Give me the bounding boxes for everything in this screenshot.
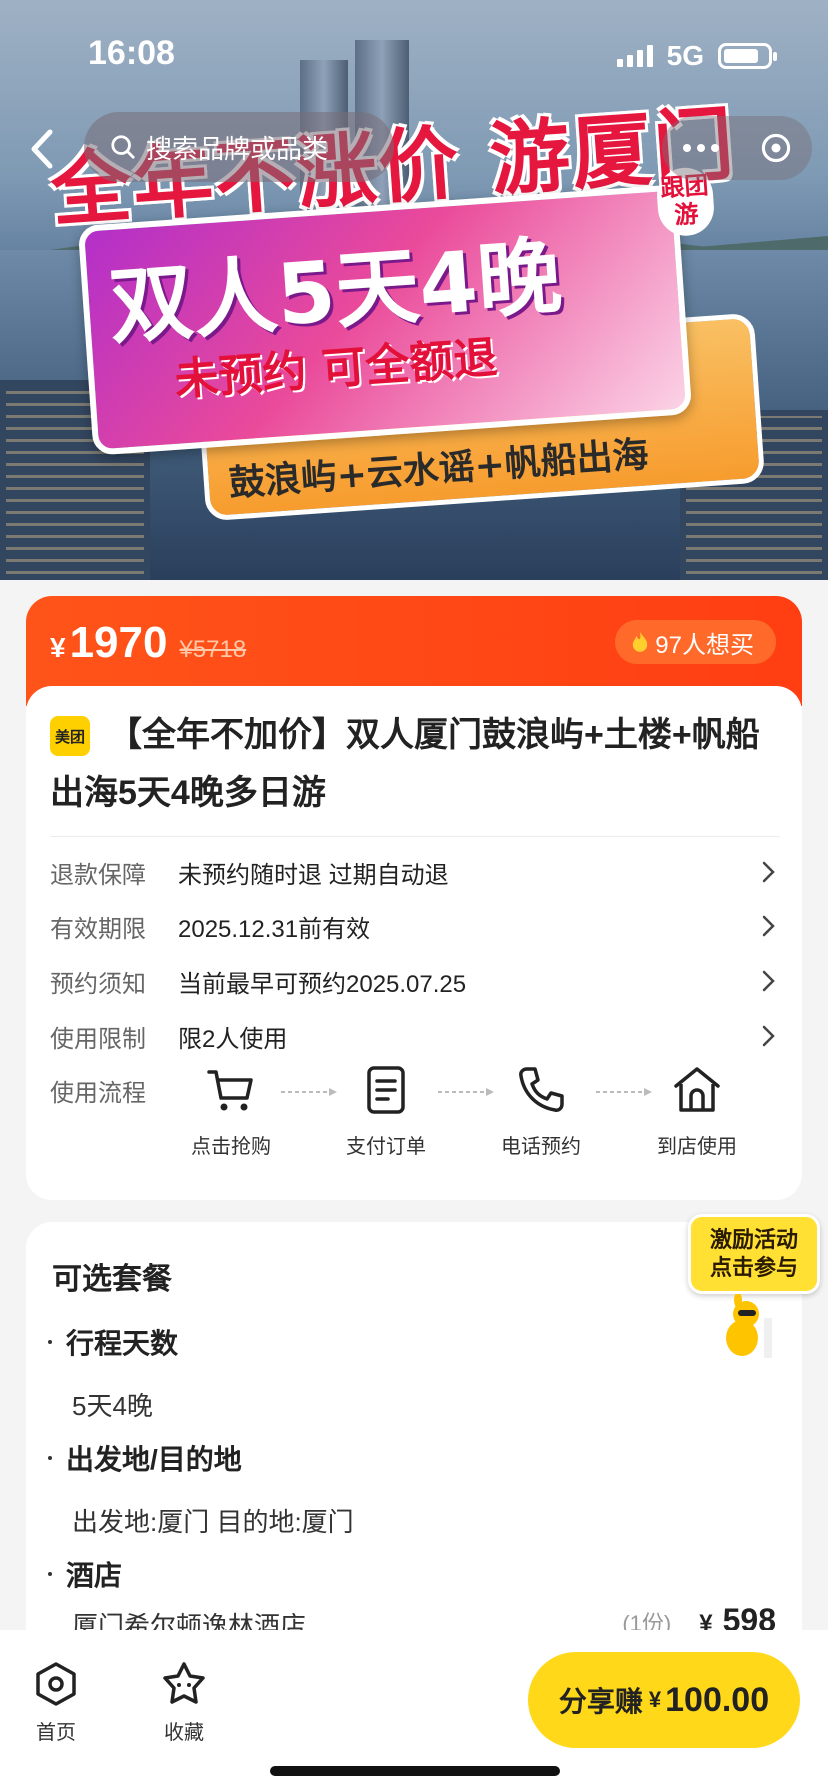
- chevron-right-icon: [762, 1025, 775, 1047]
- flow-step: 点击抢购: [176, 1064, 286, 1159]
- chevron-right-icon: [762, 861, 775, 883]
- section-value[interactable]: 出发地:厦门 目的地:厦门: [72, 1502, 354, 1539]
- price-row: ¥ 1970 ¥5718: [50, 618, 246, 668]
- info-row-booking[interactable]: 预约须知 当前最早可预约2025.07.25: [50, 961, 780, 1001]
- share-amount: 100.00: [665, 1680, 770, 1719]
- info-key: 使用限制: [50, 1025, 146, 1053]
- section-heading-text: 行程天数: [66, 1328, 179, 1359]
- info-value: 未预约随时退 过期自动退: [178, 861, 449, 889]
- share-label: 分享赚: [558, 1686, 643, 1717]
- share-earn-button[interactable]: 分享赚 ¥ 100.00: [528, 1652, 800, 1748]
- want-count: 97人想买: [655, 631, 754, 659]
- search-placeholder: 搜索品牌或品类: [146, 133, 329, 164]
- status-time: 16:08: [88, 34, 175, 72]
- want-badge: 97人想买: [615, 620, 776, 664]
- flow-step-label: 电话预约: [501, 1136, 581, 1158]
- home-icon: [36, 1662, 76, 1706]
- arrow-right-icon: [281, 1088, 337, 1096]
- star-icon: [163, 1662, 205, 1704]
- info-key: 使用流程: [50, 1079, 146, 1107]
- header-actions: [662, 116, 812, 180]
- info-value: 当前最早可预约2025.07.25: [178, 970, 467, 998]
- chevron-right-icon: [762, 970, 775, 992]
- section-heading: 出发地/目的地: [48, 1438, 242, 1478]
- target-icon[interactable]: [758, 130, 794, 166]
- flame-icon: [633, 632, 648, 652]
- nav-home[interactable]: 首页: [32, 1660, 80, 1745]
- battery-icon: [718, 43, 777, 69]
- share-currency: ¥: [648, 1687, 662, 1712]
- section-heading: 行程天数: [48, 1322, 178, 1362]
- info-row-limit[interactable]: 使用限制 限2人使用: [50, 1016, 780, 1056]
- cart-icon: [207, 1070, 253, 1111]
- hero-banner-image: 全年不涨价 游厦门 鼓浪屿+云水谣+帆船出海 双人5天4晚 未预约 可全额退 跟…: [0, 0, 828, 580]
- kangaroo-mascot-icon: [726, 1294, 772, 1358]
- section-value[interactable]: 5天4晚: [72, 1386, 153, 1423]
- divider: [50, 836, 780, 837]
- info-row-refund[interactable]: 退款保障 未预约随时退 过期自动退: [50, 852, 780, 892]
- store-icon: [674, 1067, 720, 1112]
- options-title: 可选套餐: [52, 1263, 172, 1296]
- home-indicator: [270, 1766, 560, 1776]
- promo-line2: 点击参与: [709, 1255, 798, 1280]
- search-input[interactable]: 搜索品牌或品类: [84, 112, 394, 182]
- flow-step-label: 支付订单: [346, 1136, 426, 1158]
- product-title: 【全年不加价】双人厦门鼓浪屿+土楼+帆船出海5天4晚多日游: [50, 706, 780, 822]
- nav-home-label: 首页: [36, 1722, 76, 1744]
- nav-favorite-label: 收藏: [164, 1722, 204, 1744]
- usage-flow: 点击抢购 支付订单 电话预约 到店使用: [176, 1064, 776, 1174]
- flow-step: 支付订单: [331, 1064, 441, 1159]
- flow-step-label: 到店使用: [657, 1136, 737, 1158]
- nav-favorite[interactable]: 收藏: [160, 1660, 208, 1745]
- chevron-left-icon: [31, 129, 53, 169]
- chevron-right-icon: [762, 915, 775, 937]
- order-icon: [367, 1066, 405, 1114]
- flow-step: 电话预约: [486, 1064, 596, 1159]
- price-currency: ¥: [50, 632, 66, 663]
- product-title-text: 【全年不加价】双人厦门鼓浪屿+土楼+帆船出海5天4晚多日游: [50, 716, 760, 812]
- promo-badge: 激励活动 点击参与: [688, 1214, 820, 1294]
- section-heading: 酒店: [48, 1554, 122, 1594]
- info-key: 退款保障: [50, 861, 146, 889]
- info-value: 2025.12.31前有效: [178, 915, 371, 943]
- price-current: 1970: [69, 618, 168, 667]
- status-icons: 5G: [616, 40, 777, 72]
- back-button[interactable]: [22, 124, 62, 174]
- signal-icon: [616, 45, 653, 67]
- info-value: 限2人使用: [178, 1025, 288, 1053]
- promo-line1: 激励活动: [709, 1227, 798, 1252]
- options-card: 可选套餐 行程天数 5天4晚 出发地/目的地 出发地:厦门 目的地:厦门 酒店 …: [26, 1222, 802, 1642]
- section-heading-text: 酒店: [66, 1560, 123, 1591]
- search-icon: [111, 135, 135, 159]
- info-key: 有效期限: [50, 915, 146, 943]
- product-card: 美团 【全年不加价】双人厦门鼓浪屿+土楼+帆船出海5天4晚多日游 退款保障 未预…: [26, 686, 802, 1200]
- network-label: 5G: [666, 40, 704, 71]
- section-heading-text: 出发地/目的地: [66, 1444, 242, 1475]
- phone-icon: [519, 1067, 564, 1112]
- flow-step-label: 点击抢购: [191, 1136, 271, 1158]
- more-icon[interactable]: [681, 143, 721, 153]
- banner-card: 双人5天4晚 未预约 可全额退 跟团游: [77, 165, 716, 456]
- promo-activity[interactable]: 激励活动 点击参与: [688, 1214, 820, 1358]
- info-row-validity[interactable]: 有效期限 2025.12.31前有效: [50, 906, 780, 946]
- info-key: 预约须知: [50, 970, 146, 998]
- flow-step: 到店使用: [642, 1064, 752, 1159]
- price-original: ¥5718: [179, 636, 247, 663]
